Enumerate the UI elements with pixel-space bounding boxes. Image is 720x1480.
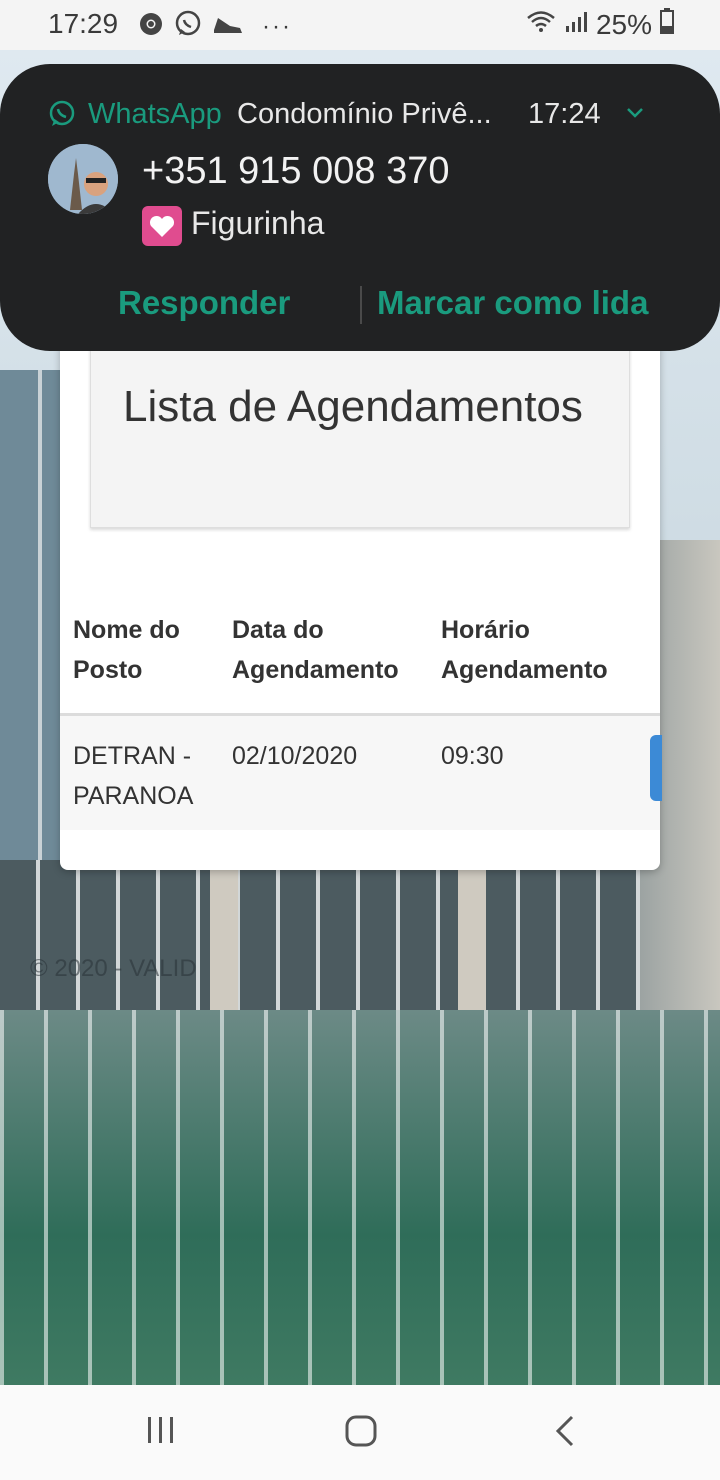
back-icon[interactable] xyxy=(550,1413,580,1454)
chevron-down-icon[interactable] xyxy=(625,106,645,125)
card-header: Lista de Agendamentos xyxy=(90,336,630,528)
shoe-icon xyxy=(212,12,244,41)
notification-sender: +351 915 008 370 xyxy=(142,150,450,192)
notification-conversation: Condomínio Privê... xyxy=(237,98,492,130)
mark-as-read-button[interactable]: Marcar como lida xyxy=(377,284,648,322)
signal-icon xyxy=(564,9,588,41)
wifi-icon xyxy=(526,9,556,41)
whatsapp-notification[interactable]: WhatsApp Condomínio Privê... 17:24 +351 … xyxy=(0,64,720,351)
action-divider xyxy=(360,286,362,324)
home-icon[interactable] xyxy=(343,1413,379,1454)
more-dots-icon: ··· xyxy=(262,12,292,40)
whatsapp-icon xyxy=(48,100,76,133)
battery-percent: 25% xyxy=(595,8,652,40)
chrome-icon xyxy=(138,11,164,42)
status-system-icons: 25% xyxy=(526,8,674,41)
building-glass-wall xyxy=(0,860,640,1020)
cell-data: 02/10/2020 xyxy=(232,742,358,770)
status-notification-icons: ··· xyxy=(138,10,292,43)
row-action-button[interactable] xyxy=(650,735,662,801)
column-header-posto: Nome do Posto xyxy=(73,616,180,684)
table-row: DETRAN - PARANOA 02/10/2020 09:30 xyxy=(60,716,660,830)
table-header: Nome do Posto Data do Agendamento Horári… xyxy=(60,600,660,716)
recent-apps-icon[interactable] xyxy=(144,1413,178,1452)
reflecting-pool xyxy=(0,1010,720,1385)
status-time: 17:29 xyxy=(48,8,119,39)
reply-button[interactable]: Responder xyxy=(118,284,290,322)
page-title: Lista de Agendamentos xyxy=(123,382,583,431)
cell-posto: DETRAN - PARANOA xyxy=(73,742,194,810)
column-header-data: Data do Agendamento xyxy=(232,616,399,684)
appointments-card: Lista de Agendamentos Nome do Posto Data… xyxy=(60,300,660,870)
cell-horario: 09:30 xyxy=(441,742,504,770)
column-header-horario: Horário Agendamento xyxy=(441,616,608,684)
notification-app-name: WhatsApp xyxy=(88,98,222,130)
notification-time: 17:24 xyxy=(528,98,601,130)
notification-message: Figurinha xyxy=(191,205,325,241)
battery-icon xyxy=(660,8,674,41)
navigation-bar xyxy=(0,1385,720,1480)
status-bar: 17:29 ··· 25% xyxy=(0,0,720,50)
whatsapp-icon xyxy=(174,10,202,43)
avatar xyxy=(48,144,118,214)
heart-sticker-icon xyxy=(142,206,182,246)
copyright-text: © 2020 - VALID xyxy=(30,955,197,982)
